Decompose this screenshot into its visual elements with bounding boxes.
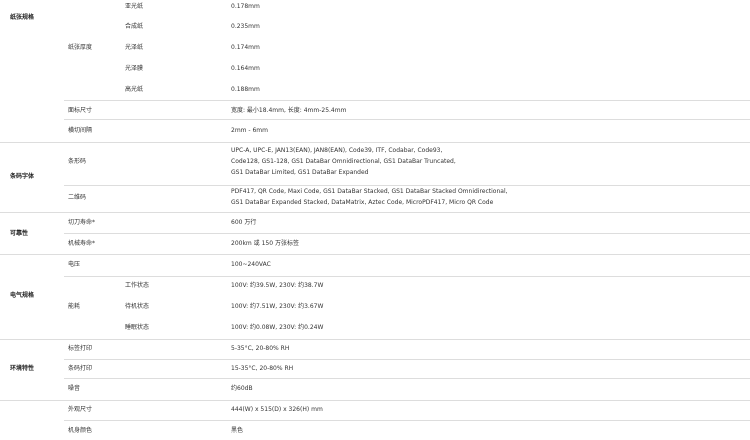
spec-label-thickness: 纸张厚度: [68, 44, 93, 51]
spec-value-synthetic: 0.235mm: [231, 23, 260, 30]
spec-label-voltage: 电压: [68, 261, 81, 268]
spec-value-barcode-1d-line3: GS1 DataBar Limited, GS1 DataBar Expande…: [231, 169, 369, 176]
spec-value-barcode-1d-line2: Code128, GS1-128, GS1 DataBar Omnidirect…: [231, 158, 456, 165]
spec-value-label-print: 5-35°C, 20-80% RH: [231, 345, 290, 352]
spec-label-color: 机身颜色: [68, 427, 93, 434]
spec-label-label-print: 标签打印: [68, 345, 93, 352]
row-divider: [64, 276, 750, 277]
spec-value-sleep: 100V: 约0.08W, 230V: 约0.24W: [231, 324, 324, 331]
category-reliability: 可靠性: [10, 230, 29, 237]
section-divider: [0, 254, 750, 255]
row-divider: [64, 378, 750, 379]
spec-label-label-size: 面标尺寸: [68, 107, 93, 114]
spec-label-barcode-print: 条码打印: [68, 365, 93, 372]
spec-sublabel-working: 工作状态: [125, 282, 150, 289]
spec-value-barcode-print: 15-35°C, 20-80% RH: [231, 365, 294, 372]
spec-value-dimensions: 444(W) x 515(D) x 326(H) mm: [231, 406, 323, 413]
spec-label-noise: 噪音: [68, 385, 81, 392]
spec-label-barcode-1d: 条形码: [68, 158, 87, 165]
section-divider: [0, 400, 750, 401]
spec-value-label-size: 宽度: 最小18.4mm, 长度: 4mm-25.4mm: [231, 107, 347, 114]
spec-value-barcode-2d-line2: GS1 DataBar Expanded Stacked, DataMatrix…: [231, 199, 494, 206]
spec-sublabel-sleep: 睡眠状态: [125, 324, 150, 331]
spec-label-power: 能耗: [68, 303, 81, 310]
spec-value-gloss-film: 0.164mm: [231, 65, 260, 72]
spec-label-head-life: 机械寿命*: [68, 240, 96, 247]
spec-value-barcode-1d-line1: UPC-A, UPC-E, JAN13(EAN), JAN8(EAN), Cod…: [231, 147, 443, 154]
spec-label-barcode-2d: 二维码: [68, 194, 87, 201]
spec-label-dimensions: 外观尺寸: [68, 406, 93, 413]
spec-value-cutter-life: 600 万行: [231, 219, 257, 226]
spec-value-matte: 0.178mm: [231, 3, 260, 10]
spec-sublabel-standby: 待机状态: [125, 303, 150, 310]
category-barcode: 条码字体: [10, 173, 35, 180]
spec-value-noise: 约60dB: [231, 385, 253, 392]
section-divider: [0, 339, 750, 340]
row-divider: [64, 420, 750, 421]
row-divider: [64, 119, 750, 120]
row-divider: [64, 185, 750, 186]
section-divider: [0, 212, 750, 213]
category-paper: 纸张规格: [10, 14, 35, 21]
spec-value-working: 100V: 约39.5W, 230V: 约38.7W: [231, 282, 324, 289]
spec-value-barcode-2d-line1: PDF417, QR Code, Maxi Code, GS1 DataBar …: [231, 188, 508, 195]
spec-value-cut-gap: 2mm - 6mm: [231, 127, 268, 134]
spec-value-head-life: 200km 或 150 万张标签: [231, 240, 299, 247]
spec-sublabel-synthetic: 合成纸: [125, 23, 144, 30]
row-divider: [64, 233, 750, 234]
spec-sublabel-gloss-film: 光泽膜: [125, 65, 144, 72]
spec-value-color: 黑色: [231, 427, 244, 434]
category-electrical: 电气规格: [10, 292, 35, 299]
spec-sublabel-matte: 亚光纸: [125, 3, 144, 10]
spec-label-cutter-life: 切刀寿命*: [68, 219, 96, 226]
spec-value-standby: 100V: 约7.51W, 230V: 约3.67W: [231, 303, 324, 310]
category-environment: 环境特性: [10, 365, 35, 372]
row-divider: [64, 100, 750, 101]
spec-sublabel-gloss: 光泽纸: [125, 44, 144, 51]
spec-label-cut-gap: 横切间隔: [68, 127, 93, 134]
section-divider: [0, 142, 750, 143]
spec-value-voltage: 100~240VAC: [231, 261, 271, 268]
spec-table: 纸张规格 条码字体 可靠性 电气规格 环境特性 亚光纸 0.178mm 合成纸 …: [0, 0, 750, 440]
spec-value-gloss: 0.174mm: [231, 44, 260, 51]
spec-value-high-gloss: 0.188mm: [231, 86, 260, 93]
row-divider: [64, 359, 750, 360]
spec-sublabel-high-gloss: 高光纸: [125, 86, 144, 93]
